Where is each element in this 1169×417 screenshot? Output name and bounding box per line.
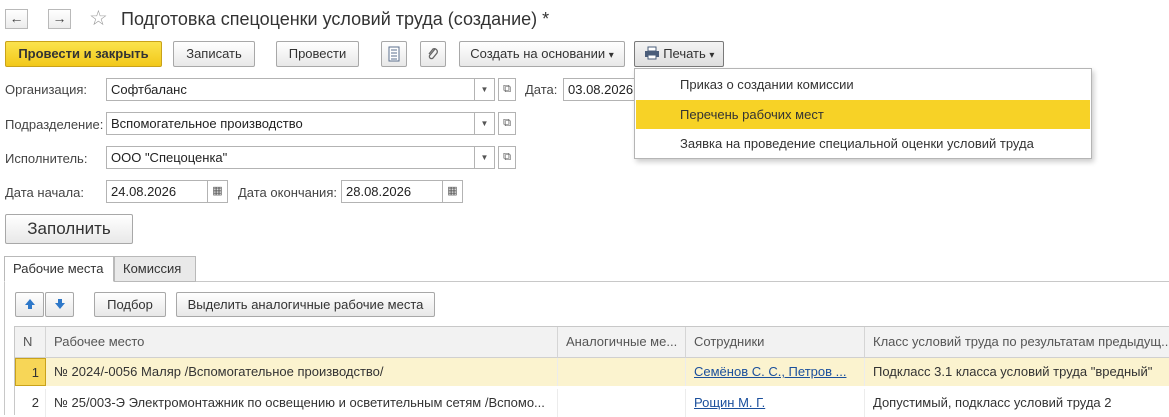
open-link-icon: ⧉ bbox=[503, 151, 511, 163]
post-and-close-button[interactable]: Провести и закрыть bbox=[5, 41, 162, 67]
write-button[interactable]: Записать bbox=[173, 41, 255, 67]
calendar-icon: ▦ bbox=[212, 185, 223, 197]
class-cell: Подкласс 3.1 класса условий труда "вредн… bbox=[865, 358, 1169, 386]
department-open-button[interactable]: ⧉ bbox=[498, 112, 516, 135]
table-row[interactable]: 2 № 25/003-Э Электромонтажник по освещен… bbox=[15, 389, 1169, 417]
end-date-label: Дата окончания: bbox=[238, 185, 337, 200]
department-field[interactable]: Вспомогательное производство bbox=[106, 112, 475, 135]
favorite-star-icon[interactable]: ☆ bbox=[89, 6, 108, 31]
executor-label: Исполнитель: bbox=[5, 151, 88, 166]
date-label: Дата: bbox=[525, 82, 558, 97]
employees-cell[interactable]: Рощин М. Г. bbox=[686, 389, 865, 417]
end-date-calendar-button[interactable]: ▦ bbox=[443, 180, 463, 203]
workplace-cell: № 25/003-Э Электромонтажник по освещению… bbox=[46, 389, 558, 417]
arrow-left-icon: ← bbox=[9, 10, 24, 26]
row-number: 1 bbox=[15, 358, 46, 386]
create-based-on-label: Создать на основании bbox=[470, 46, 606, 61]
chevron-down-icon: ▼ bbox=[480, 119, 489, 128]
department-dropdown-button[interactable]: ▼ bbox=[475, 112, 495, 135]
forward-button[interactable]: → bbox=[48, 9, 71, 29]
calendar-icon: ▦ bbox=[447, 185, 458, 197]
column-header-class[interactable]: Класс условий труда по результатам преды… bbox=[865, 327, 1169, 358]
menu-item-workplace-list[interactable]: Перечень рабочих мест bbox=[636, 100, 1090, 129]
column-header-similar[interactable]: Аналогичные ме... bbox=[558, 327, 686, 358]
fill-button[interactable]: Заполнить bbox=[5, 214, 133, 244]
employees-link[interactable]: Рощин М. Г. bbox=[694, 395, 765, 410]
organization-field[interactable]: Софтбаланс bbox=[106, 78, 475, 101]
organization-label: Организация: bbox=[5, 82, 88, 97]
open-link-icon: ⧉ bbox=[503, 117, 511, 129]
tab-workplaces[interactable]: Рабочие места bbox=[4, 256, 114, 282]
attach-file-button[interactable] bbox=[420, 41, 446, 67]
menu-item-commission-order[interactable]: Приказ о создании комиссии bbox=[636, 70, 1090, 99]
organization-dropdown-button[interactable]: ▼ bbox=[475, 78, 495, 101]
document-list-icon bbox=[388, 46, 400, 62]
department-label: Подразделение: bbox=[5, 117, 104, 132]
executor-dropdown-button[interactable]: ▼ bbox=[475, 146, 495, 169]
similar-cell bbox=[558, 389, 686, 417]
arrow-down-icon bbox=[54, 299, 65, 309]
tab-commission[interactable]: Комиссия bbox=[114, 256, 196, 282]
open-link-icon: ⧉ bbox=[503, 83, 511, 95]
paperclip-icon bbox=[428, 48, 438, 60]
page-title: Подготовка спецоценки условий труда (соз… bbox=[121, 9, 550, 29]
column-header-workplace[interactable]: Рабочее место bbox=[46, 327, 558, 358]
similar-cell bbox=[558, 358, 686, 386]
chevron-down-icon: ▾ bbox=[608, 50, 614, 61]
table-row[interactable]: 1 № 2024/-0056 Маляр /Вспомогательное пр… bbox=[15, 358, 1169, 386]
column-header-employees[interactable]: Сотрудники bbox=[686, 327, 865, 358]
chevron-down-icon: ▼ bbox=[480, 85, 489, 94]
printer-icon bbox=[644, 46, 659, 60]
chevron-down-icon: ▼ bbox=[480, 153, 489, 162]
move-down-button[interactable] bbox=[45, 292, 74, 317]
arrow-right-icon: → bbox=[52, 10, 67, 26]
organization-open-button[interactable]: ⧉ bbox=[498, 78, 516, 101]
back-button[interactable]: ← bbox=[5, 9, 28, 29]
menu-item-assessment-request[interactable]: Заявка на проведение специальной оценки … bbox=[636, 129, 1090, 158]
employees-link[interactable]: Семёнов С. С., Петров ... bbox=[694, 364, 846, 379]
workplaces-table: N Рабочее место Аналогичные ме... Сотруд… bbox=[14, 326, 1169, 417]
workplace-cell: № 2024/-0056 Маляр /Вспомогательное прои… bbox=[46, 358, 558, 386]
report-button[interactable] bbox=[381, 41, 407, 67]
column-header-n[interactable]: N bbox=[15, 327, 46, 358]
start-date-label: Дата начала: bbox=[5, 185, 84, 200]
select-button[interactable]: Подбор bbox=[94, 292, 166, 317]
highlight-similar-button[interactable]: Выделить аналогичные рабочие места bbox=[176, 292, 435, 317]
arrow-up-icon bbox=[24, 299, 35, 309]
date-field[interactable]: 03.08.2026 bbox=[563, 78, 635, 101]
row-number: 2 bbox=[15, 389, 46, 417]
print-label: Печать bbox=[663, 46, 706, 61]
print-button[interactable]: Печать ▾ bbox=[634, 41, 724, 67]
end-date-field[interactable]: 28.08.2026 bbox=[341, 180, 443, 203]
executor-field[interactable]: ООО "Спецоценка" bbox=[106, 146, 475, 169]
chevron-down-icon: ▾ bbox=[709, 50, 715, 61]
executor-open-button[interactable]: ⧉ bbox=[498, 146, 516, 169]
start-date-calendar-button[interactable]: ▦ bbox=[208, 180, 228, 203]
employees-cell[interactable]: Семёнов С. С., Петров ... bbox=[686, 358, 865, 386]
create-based-on-button[interactable]: Создать на основании ▾ bbox=[459, 41, 625, 67]
move-up-button[interactable] bbox=[15, 292, 44, 317]
start-date-field[interactable]: 24.08.2026 bbox=[106, 180, 208, 203]
post-button[interactable]: Провести bbox=[276, 41, 359, 67]
print-menu: Приказ о создании комиссии Перечень рабо… bbox=[634, 68, 1092, 159]
class-cell: Допустимый, подкласс условий труда 2 bbox=[865, 389, 1169, 417]
